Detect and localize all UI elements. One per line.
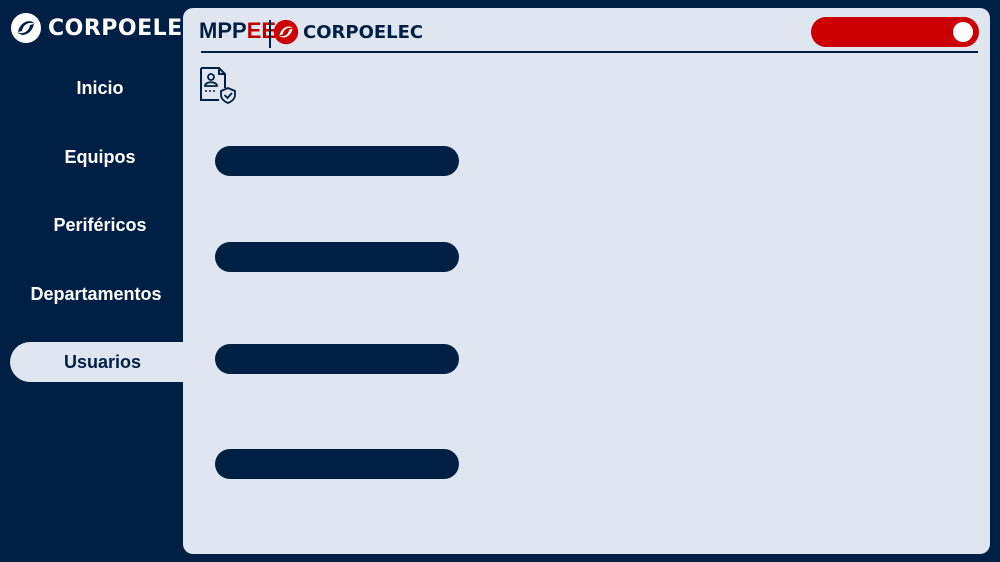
header-company-logo: CORPOELEC: [273, 19, 423, 45]
sidebar-item-label: Periféricos: [53, 214, 147, 235]
sidebar-item-usuarios[interactable]: Usuarios: [10, 342, 195, 382]
brand-name: CORPOELEC: [48, 15, 200, 41]
header-company-name: CORPOELEC: [303, 21, 424, 43]
sidebar-item-label: Inicio: [76, 77, 124, 98]
sidebar-brand: CORPOELEC: [10, 12, 199, 44]
sidebar-item-inicio[interactable]: Inicio: [10, 68, 190, 108]
toggle-knob[interactable]: [953, 22, 973, 42]
user-document-shield-icon: [200, 67, 236, 104]
sidebar-item-label: Equipos: [64, 146, 136, 167]
form-field-4[interactable]: [215, 449, 459, 479]
form-field-1[interactable]: [215, 146, 459, 176]
corpoelec-swirl-icon: [11, 13, 41, 43]
header-underline: [201, 51, 978, 53]
header-toggle[interactable]: [811, 17, 979, 47]
ministry-logo-accent: EE: [246, 18, 277, 43]
sidebar-item-equipos[interactable]: Equipos: [10, 137, 190, 177]
main-panel: MPPEE CORPOELEC: [183, 8, 990, 554]
sidebar-item-perifericos[interactable]: Periféricos: [10, 205, 190, 245]
sidebar-item-departamentos[interactable]: Departamentos: [10, 274, 182, 314]
corpoelec-swirl-icon: [273, 19, 299, 45]
ministry-logo: MPPEE: [199, 18, 276, 44]
sidebar-item-label: Departamentos: [30, 283, 162, 304]
header-divider: [269, 20, 271, 48]
form-field-3[interactable]: [215, 344, 459, 374]
form-field-2[interactable]: [215, 242, 459, 272]
sidebar-item-label: Usuarios: [63, 351, 142, 372]
ministry-logo-text: MPP: [199, 18, 247, 43]
